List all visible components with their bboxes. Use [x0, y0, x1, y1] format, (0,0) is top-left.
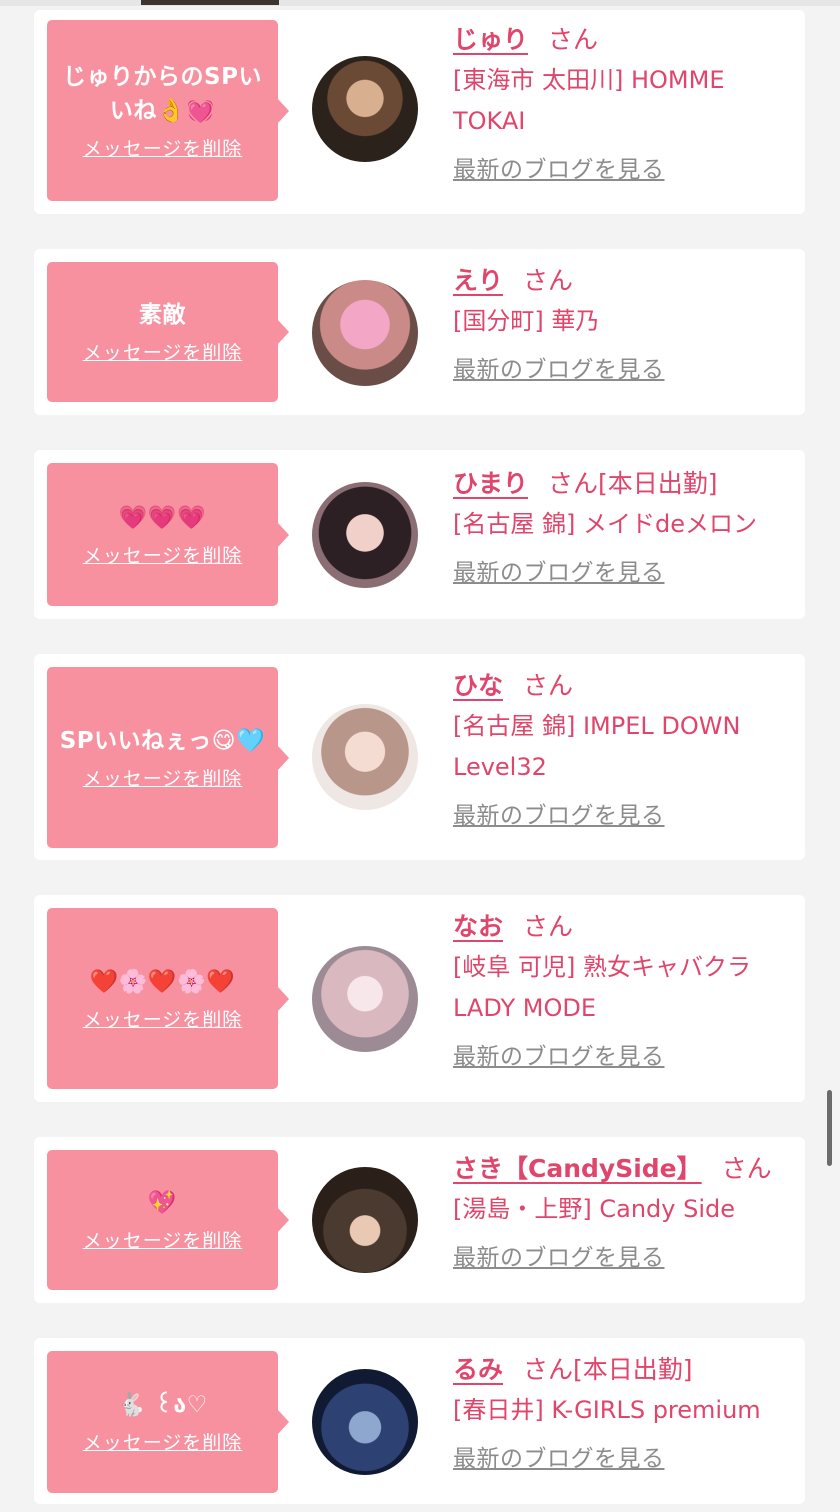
profile-info: なお さん [岐阜 可児] 熟女キャバクラ LADY MODE 最新のブログを見る	[453, 907, 795, 1071]
profile-name-link[interactable]: ひな	[453, 671, 515, 700]
profile-name-link[interactable]: さき【CandySide】	[453, 1154, 714, 1183]
profile-name-link[interactable]: ひまり	[453, 469, 540, 498]
list-item: 素敵 メッセージを削除 えり さん [国分町] 華乃 最新のブログを見る	[34, 249, 805, 415]
honorific: さん	[523, 671, 574, 700]
profile-info: えり さん [国分町] 華乃 最新のブログを見る	[453, 261, 795, 384]
avatar[interactable]	[312, 482, 418, 588]
message-bubble: じゅりからのSPいいね👌💓 メッセージを削除	[47, 20, 289, 201]
message-text: SPいいねぇっ😋🩵	[59, 727, 266, 754]
honorific: さん	[523, 266, 574, 295]
message-text: 🐇 ꒰ა♡	[117, 1392, 208, 1418]
latest-blog-link[interactable]: 最新のブログを見る	[453, 1439, 665, 1473]
honorific: さん	[523, 1355, 574, 1384]
list-item: SPいいねぇっ😋🩵 メッセージを削除 ひな さん [名古屋 錦] IMPEL DO…	[34, 654, 805, 860]
profile-info: ひな さん [名古屋 錦] IMPEL DOWN Level32 最新のブログを見…	[453, 666, 795, 830]
profile-name-link[interactable]: じゅり	[453, 25, 540, 54]
message-bubble: 素敵 メッセージを削除	[47, 262, 289, 402]
delete-message-link[interactable]: メッセージを削除	[83, 1430, 243, 1456]
list-item: ❤️🌸❤️🌸❤️ メッセージを削除 なお さん [岐阜 可児] 熟女キャバクラ L…	[34, 895, 805, 1102]
top-nav-bar	[0, 0, 840, 6]
profile-info: るみ さん[本日出勤] [春日井] K-GIRLS premium 最新のブログを…	[453, 1350, 795, 1473]
avatar[interactable]	[312, 1167, 418, 1273]
profile-info: さき【CandySide】 さん [湯島・上野] Candy Side 最新のブロ…	[453, 1149, 795, 1272]
latest-blog-link[interactable]: 最新のブログを見る	[453, 796, 665, 830]
status-text: [本日出勤]	[573, 1355, 693, 1384]
avatar[interactable]	[312, 56, 418, 162]
message-bubble: 💗💗💗 メッセージを削除	[47, 463, 289, 606]
profile-info: ひまり さん[本日出勤] [名古屋 錦] メイドdeメロン 最新のブログを見る	[453, 464, 795, 587]
message-bubble: ❤️🌸❤️🌸❤️ メッセージを削除	[47, 908, 289, 1089]
avatar[interactable]	[312, 946, 418, 1052]
latest-blog-link[interactable]: 最新のブログを見る	[453, 553, 665, 587]
shop-info: [国分町] 華乃	[453, 307, 600, 335]
message-bubble: SPいいねぇっ😋🩵 メッセージを削除	[47, 667, 289, 848]
status-text: [本日出勤]	[598, 469, 718, 498]
message-bubble: 🐇 ꒰ა♡ メッセージを削除	[47, 1351, 289, 1493]
honorific: さん	[548, 469, 599, 498]
profile-name-link[interactable]: えり	[453, 266, 515, 295]
delete-message-link[interactable]: メッセージを削除	[83, 340, 243, 366]
message-bubble: 💖 メッセージを削除	[47, 1150, 289, 1290]
shop-info: [名古屋 錦] メイドdeメロン	[453, 510, 757, 538]
message-text: 素敵	[139, 302, 186, 328]
delete-message-link[interactable]: メッセージを削除	[83, 543, 243, 569]
avatar[interactable]	[312, 1369, 418, 1475]
shop-info: [岐阜 可児] 熟女キャバクラ LADY MODE	[453, 953, 751, 1022]
delete-message-link[interactable]: メッセージを削除	[83, 1228, 243, 1254]
scrollbar[interactable]	[827, 1090, 832, 1166]
message-text: 💗💗💗	[118, 504, 207, 531]
latest-blog-link[interactable]: 最新のブログを見る	[453, 1238, 665, 1272]
message-text: ❤️🌸❤️🌸❤️	[89, 968, 236, 995]
honorific: さん	[548, 25, 599, 54]
delete-message-link[interactable]: メッセージを削除	[83, 1007, 243, 1033]
latest-blog-link[interactable]: 最新のブログを見る	[453, 1037, 665, 1071]
list-item: 🐇 ꒰ა♡ メッセージを削除 るみ さん[本日出勤] [春日井] K-GIRLS …	[34, 1338, 805, 1504]
message-text: 💖	[147, 1190, 178, 1216]
list-item: 💗💗💗 メッセージを削除 ひまり さん[本日出勤] [名古屋 錦] メイドdeメロ…	[34, 450, 805, 619]
shop-info: [春日井] K-GIRLS premium	[453, 1396, 761, 1424]
delete-message-link[interactable]: メッセージを削除	[83, 136, 243, 162]
avatar[interactable]	[312, 704, 418, 810]
profile-info: じゅり さん [東海市 太田川] HOMME TOKAI 最新のブログを見る	[453, 20, 795, 184]
shop-info: [名古屋 錦] IMPEL DOWN Level32	[453, 712, 741, 781]
list-item: 💖 メッセージを削除 さき【CandySide】 さん [湯島・上野] Candy…	[34, 1137, 805, 1303]
honorific: さん	[721, 1154, 772, 1183]
shop-info: [湯島・上野] Candy Side	[453, 1195, 735, 1223]
latest-blog-link[interactable]: 最新のブログを見る	[453, 350, 665, 384]
shop-info: [東海市 太田川] HOMME TOKAI	[453, 66, 725, 135]
profile-name-link[interactable]: るみ	[453, 1355, 515, 1384]
avatar[interactable]	[312, 280, 418, 386]
delete-message-link[interactable]: メッセージを削除	[83, 766, 243, 792]
latest-blog-link[interactable]: 最新のブログを見る	[453, 150, 665, 184]
profile-name-link[interactable]: なお	[453, 912, 515, 941]
honorific: さん	[523, 912, 574, 941]
active-tab-indicator	[141, 0, 279, 5]
message-text: じゅりからのSPいいね👌💓	[63, 63, 262, 124]
list-item: じゅりからのSPいいね👌💓 メッセージを削除 じゅり さん [東海市 太田川] H…	[34, 10, 805, 214]
